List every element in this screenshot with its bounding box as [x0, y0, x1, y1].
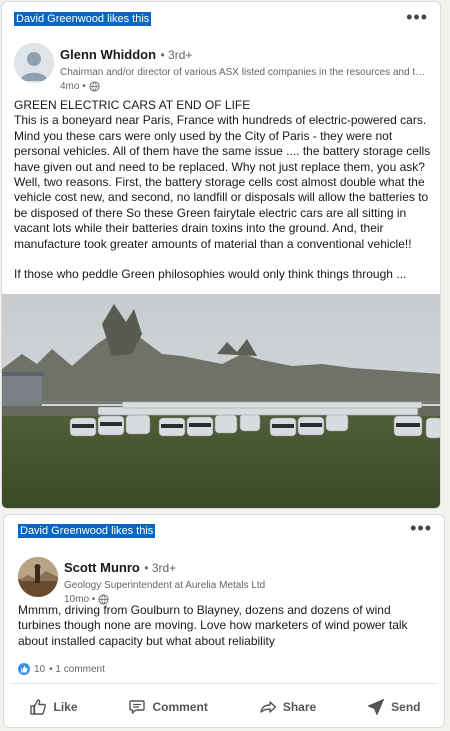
post-title: GREEN ELECTRIC CARS AT END OF LIFE — [14, 98, 251, 112]
post-body: GREEN ELECTRIC CARS AT END OF LIFE This … — [14, 98, 434, 282]
author-name[interactable]: Glenn Whiddon — [60, 47, 156, 62]
comment-label: Comment — [152, 700, 208, 714]
post-timestamp: 4mo • — [60, 81, 430, 92]
reaction-count: 10 — [34, 663, 46, 675]
share-arrow-icon — [260, 701, 277, 713]
more-options-icon[interactable]: ••• — [406, 8, 428, 26]
post-time: 4mo • — [60, 81, 86, 92]
divider — [12, 683, 436, 684]
post-author: Scott Munro • 3rd+ Geology Superintenden… — [64, 559, 434, 605]
post-card-scott-munro: David Greenwood likes this ••• Scott Mun… — [3, 514, 445, 728]
post-closing: If those who peddle Green philosophies w… — [14, 267, 407, 282]
post-card-glenn-whiddon: David Greenwood likes this ••• Glenn Whi… — [1, 1, 441, 509]
more-options-icon[interactable]: ••• — [410, 519, 432, 537]
connection-degree: • 3rd+ — [160, 48, 193, 62]
connection-degree: • 3rd+ — [144, 561, 177, 575]
like-label: Like — [53, 700, 78, 714]
author-headline: Geology Superintendent at Aurelia Metals… — [64, 580, 266, 591]
send-button[interactable]: Send — [367, 698, 421, 716]
post-body: Mmmm, driving from Goulburn to Blayney, … — [18, 603, 408, 648]
post-author: Glenn Whiddon • 3rd+ Chairman and/or dir… — [60, 46, 430, 92]
social-context-header: David Greenwood likes this — [18, 524, 156, 538]
liker-name[interactable]: David Greenwood — [16, 13, 104, 25]
liker-text: likes this — [111, 525, 154, 537]
social-action-bar: Like Comment Share Send — [4, 693, 444, 721]
social-context-header: David Greenwood likes this — [14, 12, 152, 26]
comment-count[interactable]: • 1 comment — [49, 664, 105, 675]
reactions-summary[interactable]: 10 • 1 comment — [18, 663, 105, 675]
author-headline: Chairman and/or director of various ASX … — [60, 67, 430, 78]
author-name[interactable]: Scott Munro — [64, 560, 140, 575]
post-paragraph: This is a boneyard near Paris, France wi… — [14, 113, 431, 251]
post-image[interactable] — [2, 294, 441, 509]
send-paper-plane-icon — [368, 699, 385, 715]
thumbs-up-icon — [30, 699, 47, 715]
like-reaction-icon — [18, 663, 30, 675]
default-person-icon — [14, 43, 54, 83]
avatar[interactable] — [18, 557, 58, 597]
globe-icon — [89, 81, 100, 92]
send-label: Send — [391, 700, 421, 714]
like-button[interactable]: Like — [29, 698, 78, 716]
avatar[interactable] — [14, 43, 54, 83]
share-button[interactable]: Share — [259, 698, 316, 716]
share-label: Share — [282, 700, 317, 714]
landscape-photo-icon — [18, 557, 58, 597]
liker-name[interactable]: David Greenwood — [20, 525, 108, 537]
liker-text: likes this — [107, 13, 150, 25]
comment-button[interactable]: Comment — [128, 698, 208, 716]
comment-icon — [129, 700, 146, 714]
